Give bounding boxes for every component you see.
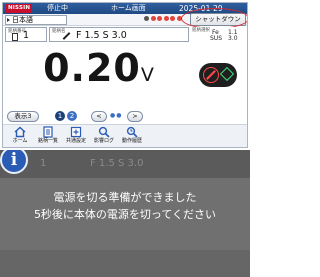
indicator-dot — [170, 16, 175, 21]
dialog-line-1: 電源を切る準備ができました — [53, 191, 197, 204]
display-button[interactable]: 表示3 — [7, 111, 39, 122]
status-indicators — [144, 16, 182, 21]
settings-icon — [70, 126, 82, 138]
brand-number-field[interactable]: 銘柄番号 1 — [5, 27, 47, 42]
history-icon — [126, 126, 138, 138]
highlight-circle — [181, 8, 247, 29]
spec-field[interactable]: 銘柄名 F 1.5 S 3.0 — [49, 27, 189, 42]
material-sus: SUS — [210, 35, 223, 42]
control-row: 表示3 1 2 < ●● > — [3, 111, 247, 123]
toolbar-label: 影響ログ — [93, 138, 114, 144]
toolbar-list[interactable]: 銘柄一覧 — [35, 126, 61, 147]
toolbar-label: 共通設定 — [65, 138, 86, 144]
measurement-unit: V — [140, 64, 155, 86]
indicator-dot — [163, 16, 169, 21]
toolbar-label: 動作履歴 — [121, 138, 142, 144]
measurement-display: 0.20V — [3, 46, 195, 90]
list-icon — [43, 126, 53, 138]
product-meta: 銘柄番号 1 銘柄名 F 1.5 S 3.0 銘柄選択 Fe 1.1 SUS 3… — [3, 27, 247, 43]
brand-number: 1 — [23, 30, 30, 41]
dimmed-brand-number: 1 — [40, 158, 47, 169]
material-sus-value: 3.0 — [228, 35, 238, 42]
toolbar-log[interactable]: 影響ログ — [91, 126, 117, 147]
home-screen: NISSIN 停止中 ホーム画面 2025-01-29 09:33:25 日本語… — [2, 2, 248, 148]
toolbar-history[interactable]: 動作履歴 — [119, 126, 145, 147]
screen-title: ホーム画面 — [111, 4, 146, 12]
indicator-lock-icon — [144, 16, 149, 21]
judgement-indicator — [199, 63, 237, 87]
document-icon — [12, 33, 18, 41]
toolbar-label: 銘柄一覧 — [37, 138, 58, 144]
home-icon — [14, 126, 26, 138]
prev-button[interactable]: < — [91, 111, 107, 122]
indicator-dot — [157, 16, 162, 21]
brand-logo: NISSIN — [6, 4, 33, 13]
search-icon — [98, 126, 110, 138]
channel-2-button[interactable]: 2 — [67, 111, 77, 121]
measurement-value: 0.20 — [43, 46, 141, 90]
dialog-message: 電源を切る準備ができました 5秒後に本体の電源を切ってください — [0, 190, 250, 222]
material-field: 銘柄選択 Fe 1.1 SUS 3.0 — [190, 27, 247, 42]
ok-icon — [219, 66, 235, 82]
spec-label: 銘柄名 — [52, 29, 66, 34]
dimmed-meta-row: 1 F 1.5 S 3.0 — [0, 158, 250, 172]
dimmed-spec-value: F 1.5 S 3.0 — [90, 158, 144, 169]
toolbar-settings[interactable]: 共通設定 — [63, 126, 89, 147]
language-select[interactable]: 日本語 — [5, 15, 67, 25]
dimmed-footer — [0, 250, 250, 277]
dialog-line-2: 5秒後に本体の電源を切ってください — [33, 208, 217, 221]
ng-icon — [203, 67, 219, 83]
channel-1-button[interactable]: 1 — [55, 111, 65, 121]
page-indicator: ●● — [110, 112, 123, 119]
run-state: 停止中 — [47, 4, 68, 12]
bottom-toolbar: ホーム 銘柄一覧 共通設定 影響ログ 動作履歴 — [3, 124, 247, 147]
spec-value: F 1.5 S 3.0 — [76, 30, 127, 41]
next-button[interactable]: > — [127, 111, 143, 122]
toolbar-label: ホーム — [12, 138, 28, 144]
shutdown-dialog-screen: 1 F 1.5 S 3.0 i 電源を切る準備ができました 5秒後に本体の電源を… — [0, 150, 250, 277]
indicator-dot — [150, 16, 156, 21]
dimmed-header: 1 F 1.5 S 3.0 i — [0, 150, 250, 178]
toolbar-home[interactable]: ホーム — [7, 126, 33, 147]
material-label: 銘柄選択 — [192, 28, 210, 33]
device-screens: NISSIN 停止中 ホーム画面 2025-01-29 09:33:25 日本語… — [0, 0, 250, 277]
